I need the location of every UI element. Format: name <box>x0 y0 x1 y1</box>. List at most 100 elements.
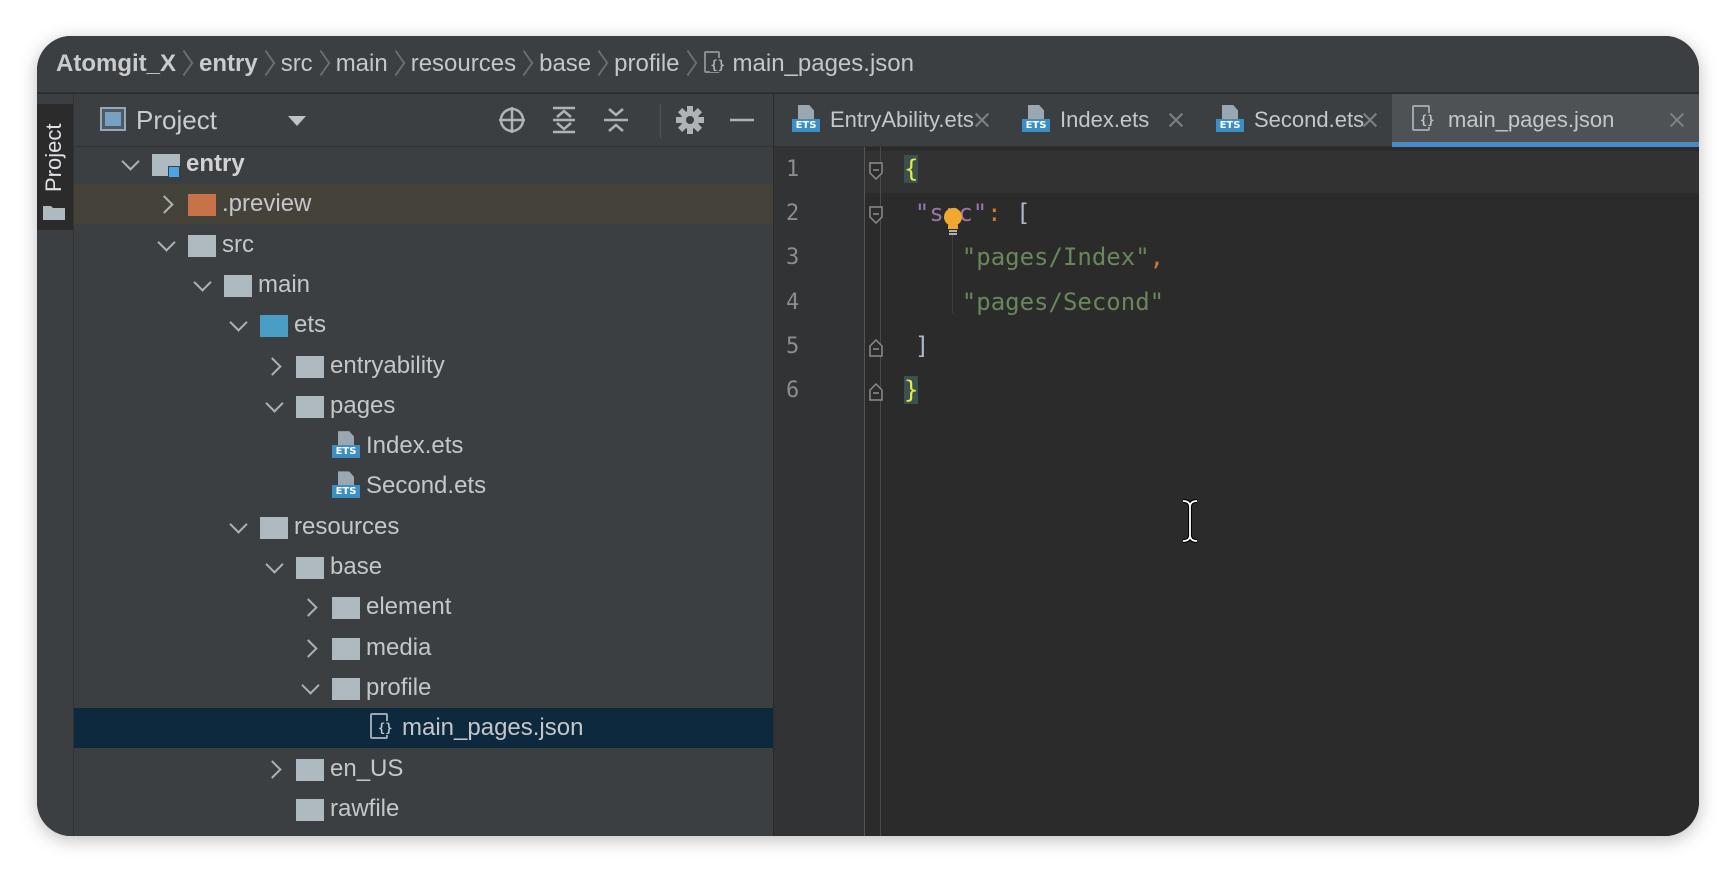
tree-item-entryability[interactable]: entryability <box>74 346 773 386</box>
breadcrumb-label: resources <box>410 50 517 77</box>
code-line[interactable]: "pages/Second" <box>904 288 1164 316</box>
tree-item-second-ets[interactable]: ETS Second.ets <box>74 466 773 506</box>
chevron-down-icon[interactable] <box>160 239 174 253</box>
chevron-right-icon[interactable] <box>304 642 318 656</box>
fold-marker-icon[interactable] <box>868 205 884 225</box>
breadcrumb-separator-icon <box>180 51 190 77</box>
tree-item-main-pages-json[interactable]: {} main_pages.json <box>74 708 773 749</box>
tree-item-label: main_pages.json <box>402 714 584 742</box>
breadcrumb-item[interactable]: profile <box>614 50 679 78</box>
locate-icon[interactable] <box>496 104 528 136</box>
tab-index-ets[interactable]: ETS Index.ets <box>1004 94 1198 146</box>
code-line[interactable]: { <box>904 155 919 183</box>
breadcrumb-label: main <box>335 50 388 77</box>
tree-item-media[interactable]: media <box>74 628 773 668</box>
tab-entryability-ets[interactable]: ETS EntryAbility.ets <box>774 94 1004 146</box>
tree-item-label: profile <box>366 673 432 701</box>
fold-marker-icon[interactable] <box>868 161 884 181</box>
folder-icon <box>188 194 216 217</box>
tree-item--preview[interactable]: .preview <box>74 184 773 225</box>
breadcrumb-item[interactable]: main_pages.json <box>703 50 914 78</box>
code-token: [ <box>1016 199 1031 228</box>
project-panel-title[interactable]: Project <box>136 105 217 136</box>
code-token: } <box>904 376 919 404</box>
breadcrumb-separator-icon <box>520 51 530 77</box>
ets-file-icon: ETS <box>1022 105 1050 135</box>
project-panel-header: Project <box>74 94 773 147</box>
tree-item-profile[interactable]: profile <box>74 668 773 708</box>
folder-icon <box>332 597 360 620</box>
chevron-right-icon[interactable] <box>160 198 174 212</box>
tab-main-pages-json[interactable]: {} main_pages.json <box>1392 94 1699 147</box>
gear-icon[interactable] <box>674 104 706 136</box>
code-line[interactable]: ] <box>886 332 929 360</box>
expand-all-icon[interactable] <box>548 104 580 136</box>
tree-item-en-us[interactable]: en_US <box>74 749 773 789</box>
code-token: : <box>987 199 1017 228</box>
ets-file-icon: ETS <box>1216 105 1244 135</box>
breadcrumb-item[interactable]: base <box>539 50 591 78</box>
tab-label: main_pages.json <box>1448 107 1615 132</box>
tab-second-ets[interactable]: ETS Second.ets <box>1198 94 1392 146</box>
tree-item-main[interactable]: main <box>74 265 773 305</box>
tree-item-base[interactable]: base <box>74 547 773 587</box>
tree-item-resources[interactable]: resources <box>74 507 773 547</box>
close-icon[interactable] <box>974 112 990 128</box>
tree-item-label: media <box>366 633 432 661</box>
chevron-right-icon[interactable] <box>268 763 282 777</box>
chevron-right-icon[interactable] <box>304 601 318 615</box>
breadcrumb-item[interactable]: main <box>336 50 388 78</box>
folder-icon <box>296 557 324 579</box>
breadcrumb: Atomgit_X entry src main resources base profil… <box>37 36 1699 93</box>
fold-marker-icon[interactable] <box>868 382 884 402</box>
breadcrumb-item[interactable]: entry <box>199 50 258 78</box>
tree-item-ets[interactable]: ets <box>74 305 773 345</box>
folder-icon <box>332 677 360 700</box>
tree-item-index-ets[interactable]: ETS Index.ets <box>74 426 773 466</box>
chevron-down-icon[interactable] <box>124 158 138 172</box>
json-file-icon <box>703 51 726 77</box>
ets-file-icon: ETS <box>792 105 820 135</box>
chevron-down-icon[interactable] <box>232 319 246 333</box>
tree-item-label: entry <box>186 150 245 177</box>
tree-item-pages[interactable]: pages <box>74 386 773 426</box>
close-icon[interactable] <box>1362 112 1378 128</box>
tab-label: Second.ets <box>1254 107 1365 132</box>
code-editor[interactable]: 123456 { "src": [ "pages/Index", "pages/… <box>774 147 1699 836</box>
breadcrumb-label: Atomgit_X <box>56 50 176 77</box>
chevron-down-icon[interactable] <box>268 561 282 575</box>
breadcrumb-item[interactable]: src <box>281 50 313 78</box>
close-icon[interactable] <box>1168 112 1184 128</box>
folder-icon <box>43 206 65 220</box>
close-icon[interactable] <box>1669 112 1685 128</box>
collapse-all-icon[interactable] <box>600 104 632 136</box>
chevron-down-icon[interactable] <box>196 279 210 293</box>
breadcrumb-item[interactable]: resources <box>411 50 516 78</box>
tree-item-entry[interactable]: entry <box>74 146 773 184</box>
tree-item-label: resources <box>294 512 400 540</box>
breadcrumb-item[interactable]: Atomgit_X <box>56 50 176 78</box>
project-panel: Project entry .preview src main ets entr… <box>74 94 774 836</box>
folder-icon <box>332 637 360 660</box>
breadcrumb-separator-icon <box>595 51 605 77</box>
folder-icon <box>296 758 324 781</box>
project-tool-tab[interactable]: Project <box>37 104 73 230</box>
tree-item-src[interactable]: src <box>74 225 773 265</box>
chevron-right-icon[interactable] <box>268 360 282 374</box>
lightbulb-icon[interactable] <box>942 207 964 237</box>
fold-marker-icon[interactable] <box>868 338 884 358</box>
code-token: ] <box>886 331 930 360</box>
code-line[interactable]: "pages/Index", <box>904 243 1164 271</box>
chevron-down-icon[interactable] <box>288 116 306 126</box>
tree-item-element[interactable]: element <box>74 587 773 627</box>
chevron-down-icon[interactable] <box>268 400 282 414</box>
chevron-down-icon[interactable] <box>304 682 318 696</box>
code-line[interactable]: } <box>904 376 919 404</box>
chevron-down-icon[interactable] <box>232 521 246 535</box>
module-folder-icon <box>152 154 180 178</box>
minimize-icon[interactable] <box>726 104 758 136</box>
tree-item-rawfile[interactable]: rawfile <box>74 789 773 829</box>
json-file-icon: {} <box>1410 105 1436 135</box>
code-token: "pages/Index" <box>961 243 1150 272</box>
